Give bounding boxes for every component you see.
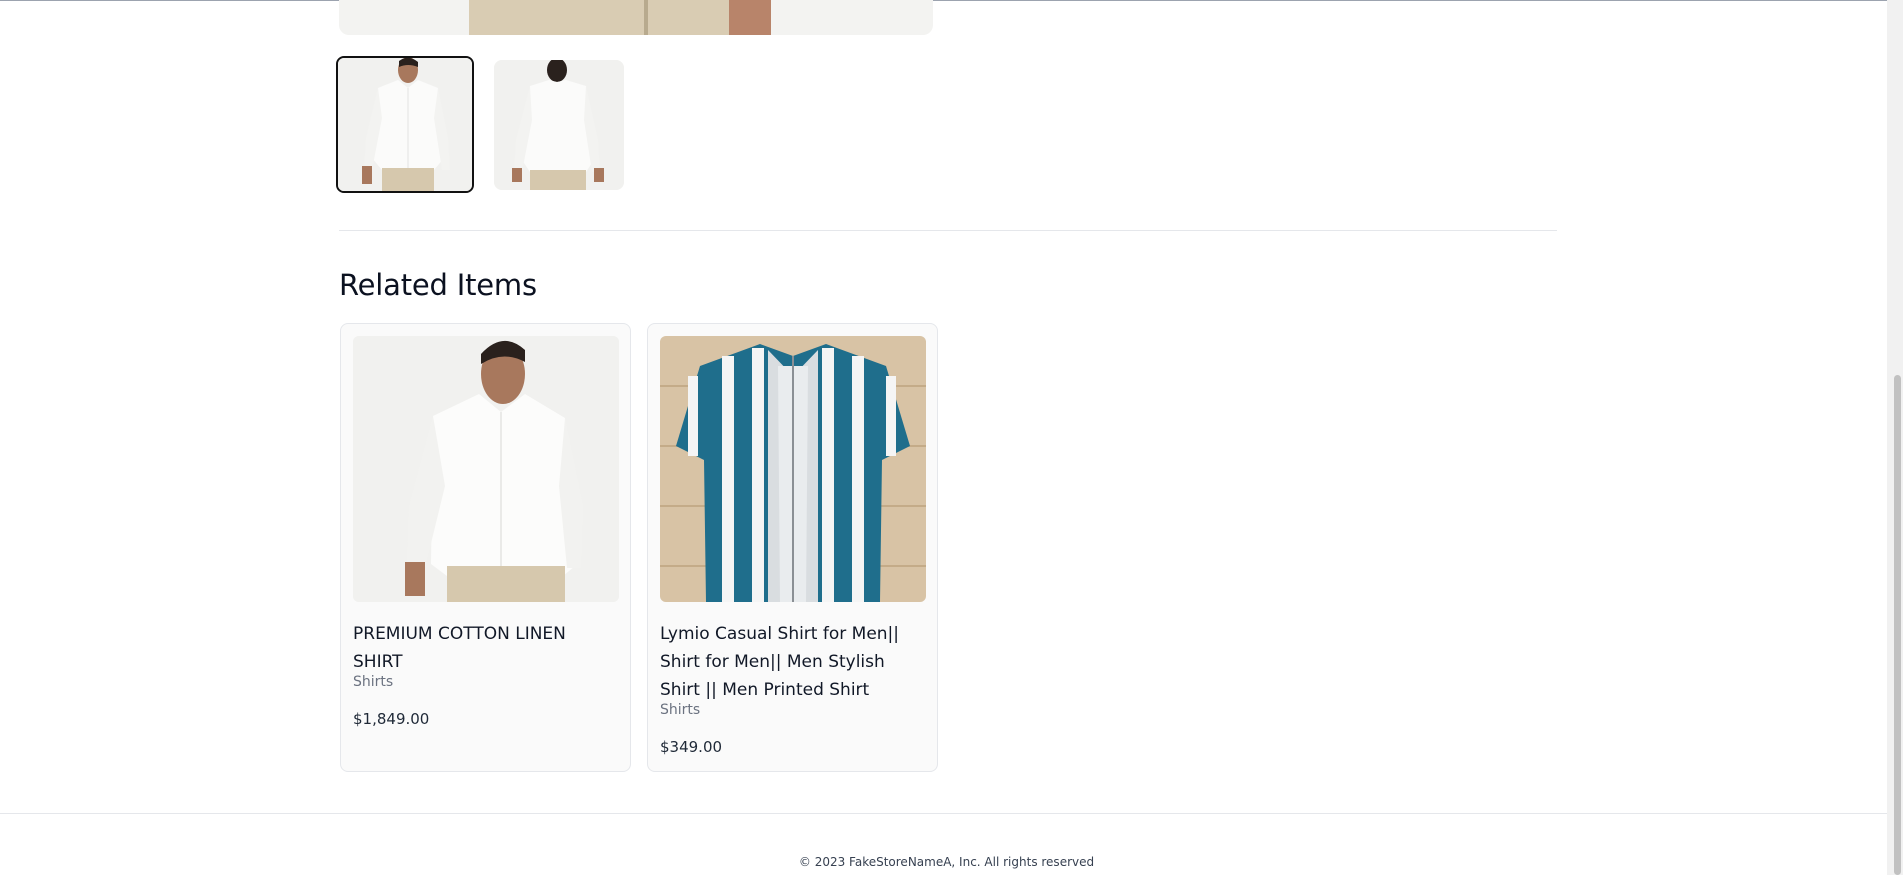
footer-copyright: © 2023 FakeStoreNameA, Inc. All rights r…	[798, 855, 1095, 869]
product-price: $349.00	[660, 738, 723, 756]
related-item-card[interactable]: PREMIUM COTTON LINEN SHIRT Shirts $1,849…	[340, 323, 631, 772]
product-price: $1,849.00	[353, 710, 430, 728]
thumbnail-front[interactable]	[336, 56, 474, 193]
related-items-list: PREMIUM COTTON LINEN SHIRT Shirts $1,849…	[340, 323, 938, 772]
related-item-card[interactable]: Lymio Casual Shirt for Men|| Shirt for M…	[647, 323, 938, 772]
product-name: Lymio Casual Shirt for Men|| Shirt for M…	[660, 624, 900, 700]
product-category: Shirts	[353, 674, 394, 690]
thumbnail-back[interactable]	[494, 60, 624, 190]
related-items-heading: Related Items	[339, 268, 537, 302]
shirt-front-image	[338, 58, 472, 191]
product-page: Related Items PREMIUM COTTON LINEN SHIRT…	[0, 0, 1903, 875]
footer-divider	[0, 813, 1887, 814]
product-name: PREMIUM COTTON LINEN SHIRT	[353, 624, 566, 672]
scrollbar-thumb[interactable]	[1894, 375, 1901, 875]
product-category: Shirts	[660, 702, 701, 718]
main-product-image	[339, 0, 933, 35]
thumbnail-strip	[336, 56, 624, 193]
product-image	[660, 336, 926, 602]
top-edge	[0, 0, 1887, 1]
section-divider	[339, 230, 1557, 231]
shirt-back-image	[494, 60, 624, 190]
product-image	[353, 336, 619, 602]
